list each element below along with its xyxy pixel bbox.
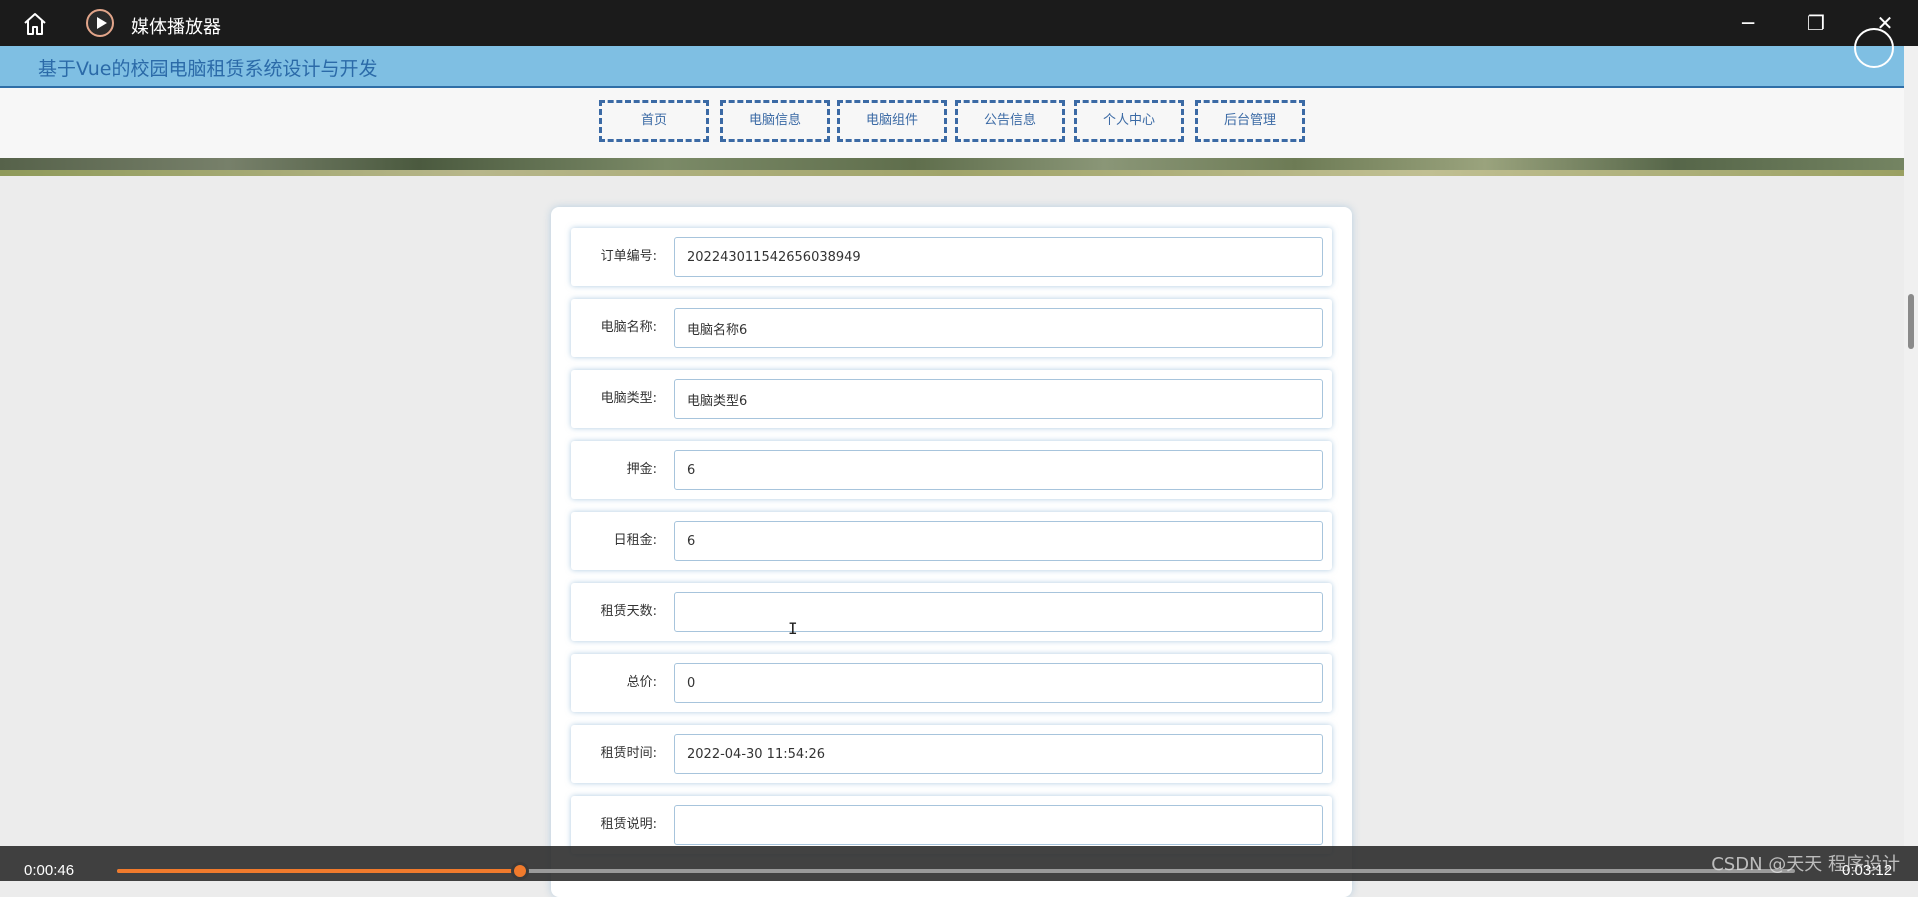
daily-rent-label: 日租金: [613, 533, 657, 548]
form-row-order-number: 订单编号: [571, 228, 1332, 286]
form-row-daily-rent: 日租金: [571, 512, 1332, 570]
rental-days-label: 租赁天数: [600, 604, 657, 619]
watermark: CSDN @天天 程序设计 [1711, 854, 1900, 875]
rental-time-label: 租赁时间: [600, 746, 657, 761]
form-row-deposit: 押金: [571, 441, 1332, 499]
nav-item-profile[interactable]: 个人中心 [1074, 100, 1184, 142]
rental-days-input[interactable] [674, 592, 1323, 632]
app-title: 媒体播放器 [131, 17, 221, 38]
minimize-icon[interactable]: ─ [1718, 0, 1778, 46]
progress-track[interactable] [117, 862, 1795, 880]
form-row-computer-type: 电脑类型: [571, 370, 1332, 428]
order-number-input[interactable] [674, 237, 1323, 277]
rental-notes-input[interactable] [674, 805, 1323, 845]
nav-item-home[interactable]: 首页 [599, 100, 709, 142]
progress-thumb[interactable] [510, 862, 529, 880]
site-header: 基于Vue的校园电脑租赁系统设计与开发 [0, 28, 1904, 88]
total-price-input[interactable] [674, 663, 1323, 703]
player-controls: 0:00:46 0:03:12 CSDN @天天 程序设计 [0, 846, 1918, 881]
rental-time-input[interactable] [674, 734, 1323, 774]
form-row-rental-time: 租赁时间: [571, 725, 1332, 783]
site-title: 基于Vue的校园电脑租赁系统设计与开发 [38, 58, 378, 80]
home-icon[interactable] [22, 11, 48, 37]
computer-type-label: 电脑类型: [600, 391, 657, 406]
banner-image [0, 158, 1904, 176]
header-circle-icon[interactable] [1854, 28, 1894, 68]
computer-name-label: 电脑名称: [600, 320, 657, 335]
play-logo-icon [86, 9, 114, 37]
restore-icon[interactable]: ❐ [1786, 0, 1846, 46]
form-row-computer-name: 电脑名称: [571, 299, 1332, 357]
nav-bar: 首页 电脑信息 电脑组件 公告信息 个人中心 后台管理 [0, 88, 1904, 158]
player-titlebar: 媒体播放器 ─ ❐ ✕ [0, 0, 1918, 46]
progress-fill [117, 869, 520, 873]
form-row-rental-days: 租赁天数: [571, 583, 1332, 641]
total-price-label: 总价: [626, 675, 657, 690]
nav-item-announcements[interactable]: 公告信息 [955, 100, 1065, 142]
nav-item-admin[interactable]: 后台管理 [1195, 100, 1305, 142]
page-scrollbar[interactable] [1904, 46, 1918, 846]
computer-type-input[interactable] [674, 379, 1323, 419]
order-form: 订单编号: 电脑名称: 电脑类型: 押金: 日租金: 租赁天数: 总价: 租赁时… [551, 207, 1352, 897]
daily-rent-input[interactable] [674, 521, 1323, 561]
form-row-total-price: 总价: [571, 654, 1332, 712]
computer-name-input[interactable] [674, 308, 1323, 348]
nav-item-computers[interactable]: 电脑信息 [720, 100, 830, 142]
current-time: 0:00:46 [24, 862, 75, 879]
text-cursor-icon: I [788, 619, 798, 638]
order-number-label: 订单编号: [600, 249, 657, 264]
deposit-label: 押金: [626, 462, 657, 477]
nav-item-components[interactable]: 电脑组件 [837, 100, 947, 142]
scrollbar-thumb[interactable] [1908, 294, 1914, 349]
deposit-input[interactable] [674, 450, 1323, 490]
